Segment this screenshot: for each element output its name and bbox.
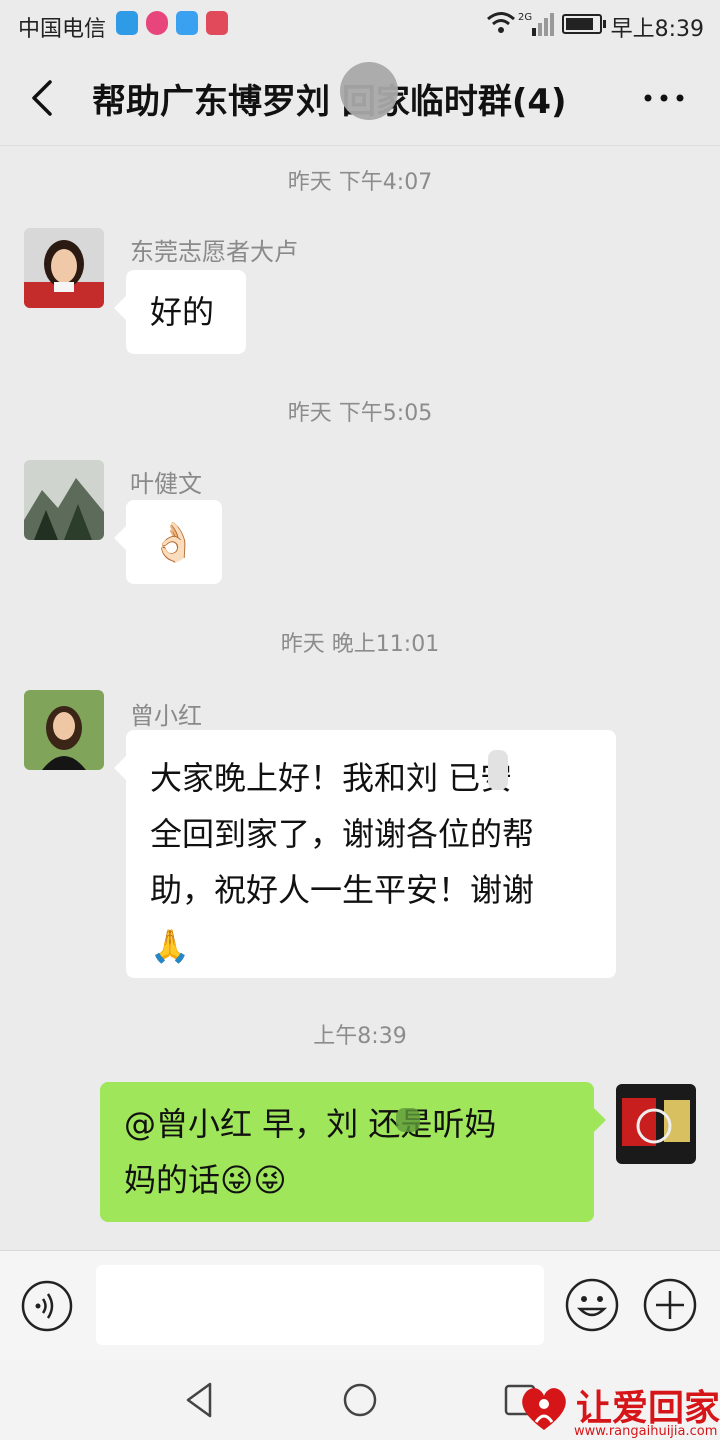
emoji-icon[interactable] [564,1277,620,1333]
battery-cap [603,20,606,28]
privacy-blur [340,62,398,120]
message-text: 好的 [150,293,215,331]
message-line: 🙏 [150,927,190,965]
timestamp: 上午8:39 [313,1024,407,1049]
nav-back-triangle-icon[interactable] [180,1378,220,1422]
wifi-icon [487,12,515,33]
plus-icon[interactable] [642,1277,698,1333]
avatar[interactable] [24,228,104,308]
message-bubble[interactable]: 好的 [114,270,246,354]
sender-name: 曾小红 [130,702,202,730]
carrier-name: 中国电信 [18,17,107,42]
nav-home-circle-icon[interactable] [340,1378,380,1422]
chevron-left-icon[interactable] [24,76,64,120]
sender-name: 叶健文 [130,470,202,498]
chat-title: 帮助广东博罗刘 回家临时群(4) [92,82,567,122]
ok-hand-emoji: 👌🏻 [150,520,198,564]
message-line: @曾小红 早，刘 还是听妈 [124,1105,497,1143]
chat-header: 帮助广东博罗刘 回家临时群(4) [0,50,720,146]
app-red-icon [206,11,228,35]
signal-icon: 2G [518,12,554,36]
message-line: 大家晚上好！我和刘 已安 [150,759,513,797]
message-line: 妈的话😜😜 [124,1161,287,1199]
message-bubble[interactable]: @曾小红 早，刘 还是听妈 妈的话😜😜 [100,1082,606,1222]
avatar[interactable] [24,460,104,540]
message-line: 全回到家了，谢谢各位的帮 [150,815,535,853]
voice-icon[interactable] [20,1279,74,1333]
sender-name: 东莞志愿者大卢 [130,238,298,266]
shield-app-icon [116,11,138,35]
message-input[interactable] [96,1265,544,1345]
battery-icon [562,14,602,34]
timestamp: 昨天 下午4:07 [287,170,433,195]
message-line: 助，祝好人一生平安！谢谢 [150,871,535,909]
timestamp: 昨天 晚上11:01 [280,632,440,657]
avatar[interactable] [24,690,104,770]
watermark-text: 让爱回家 [576,1387,720,1429]
heart-logo-icon [522,1388,566,1430]
message-bubble[interactable]: 大家晚上好！我和刘 已安 全回到家了，谢谢各位的帮 助，祝好人一生平安！谢谢 🙏 [114,730,616,978]
watermark-url: www.rangaihuijia.com [574,1424,718,1439]
privacy-blur [396,1108,420,1132]
status-bar: 中国电信 2G 早上8:39 [0,0,720,50]
message-bubble[interactable]: 👌🏻 [114,500,222,584]
input-bar [0,1250,720,1360]
network-type: 2G [518,12,532,23]
avatar[interactable] [616,1084,696,1164]
timestamp: 昨天 下午5:05 [287,401,433,426]
app-h-icon [176,11,198,35]
battery-level [566,18,594,30]
privacy-blur [488,750,508,790]
clock: 早上8:39 [610,17,704,42]
more-dots-icon[interactable] [640,80,688,116]
app-notification-icon [146,11,168,35]
